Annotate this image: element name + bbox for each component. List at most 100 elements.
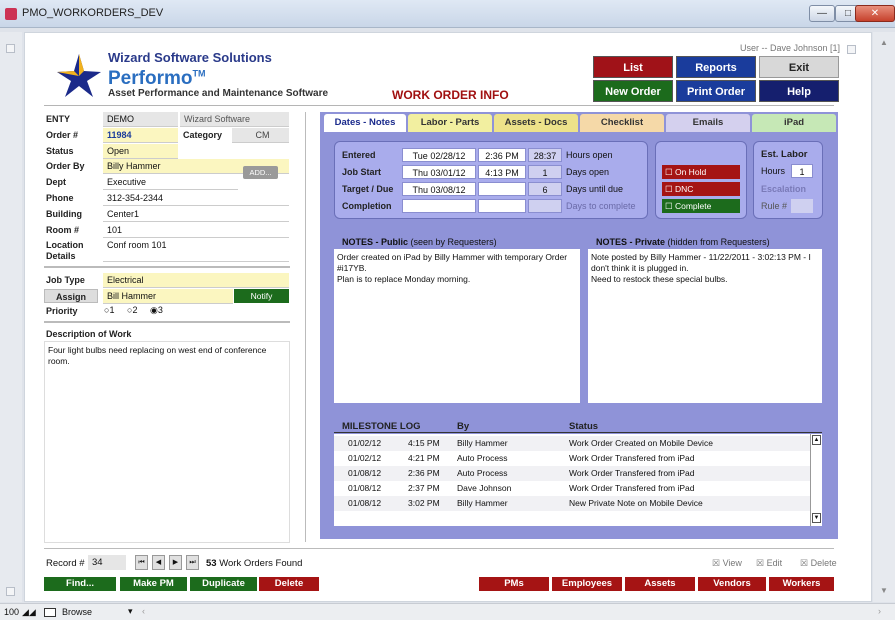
phone-field[interactable]: 312-354-2344 xyxy=(103,191,289,206)
employees-button[interactable]: Employees xyxy=(552,577,622,591)
hours-field[interactable]: 1 xyxy=(791,164,813,178)
milestone-row[interactable]: 01/02/12 4:21 PM Auto Process Work Order Tr… xyxy=(334,451,810,466)
description-textarea[interactable]: Four light bulbs need replacing on west … xyxy=(44,341,290,543)
mode-dropdown-icon[interactable]: ▾ xyxy=(128,606,133,617)
exit-button[interactable]: Exit xyxy=(759,56,839,78)
edit-checkbox[interactable]: ☒ Edit xyxy=(756,558,782,569)
vendors-button[interactable]: Vendors xyxy=(698,577,766,591)
scrollbar-vertical[interactable]: ▲ ▼ xyxy=(847,32,895,602)
tab-dates-notes[interactable]: Dates - Notes xyxy=(324,114,406,132)
notify-button[interactable]: Notify xyxy=(234,289,289,303)
reports-button[interactable]: Reports xyxy=(676,56,756,78)
escalation-label: Escalation xyxy=(761,184,807,194)
priority-radio-3[interactable]: ◉3 xyxy=(150,305,163,316)
est-labor-label: Est. Labor xyxy=(761,149,808,160)
dnc-checkbox[interactable]: ☐ DNC xyxy=(662,182,740,196)
scroll-right-icon[interactable]: › xyxy=(878,606,881,616)
duplicate-button[interactable]: Duplicate xyxy=(190,577,257,591)
priority-radio-2[interactable]: ○2 xyxy=(127,305,137,315)
on-hold-checkbox[interactable]: ☐ On Hold xyxy=(662,165,740,179)
view-checkbox[interactable]: ☒ View xyxy=(712,558,742,569)
scroll-down-icon[interactable]: ▼ xyxy=(880,586,888,595)
status-label: Status xyxy=(46,146,74,156)
tab-emails[interactable]: Emails xyxy=(666,114,750,132)
zoom-level[interactable]: 100 xyxy=(4,607,19,617)
days-open-label: Days open xyxy=(566,167,610,177)
tab-ipad[interactable]: iPad xyxy=(752,114,836,132)
close-button[interactable]: ✕ xyxy=(855,5,895,22)
dept-label: Dept xyxy=(46,177,66,187)
job-start-date-field[interactable]: Thu 03/01/12 xyxy=(402,165,476,179)
room-field[interactable]: 101 xyxy=(103,223,289,238)
scroll-down-icon[interactable]: ▼ xyxy=(812,513,821,523)
public-notes-textarea[interactable]: Order created on iPad by Billy Hammer wi… xyxy=(334,249,580,403)
entity-field[interactable]: DEMO xyxy=(103,112,178,127)
record-number-field[interactable]: 34 xyxy=(88,555,126,570)
milestone-by-header: By xyxy=(457,421,470,432)
delete-checkbox[interactable]: ☒ Delete xyxy=(800,558,837,569)
help-button[interactable]: Help xyxy=(759,80,839,102)
layout-toggle-icon[interactable] xyxy=(44,608,56,617)
tab-labor-parts[interactable]: Labor - Parts xyxy=(408,114,492,132)
private-notes-textarea[interactable]: Note posted by Billy Hammer - 11/22/2011… xyxy=(588,249,822,403)
print-order-button[interactable]: Print Order xyxy=(676,80,756,102)
zoom-icons[interactable]: ◢◢ xyxy=(22,607,36,618)
find-button[interactable]: Find... xyxy=(44,577,116,591)
location-label: Location Details xyxy=(46,240,84,261)
first-record-icon[interactable]: ⏮ xyxy=(135,555,148,570)
scroll-left-icon[interactable]: ‹ xyxy=(142,606,145,616)
job-type-field[interactable]: Electrical xyxy=(103,273,289,288)
rule-field[interactable] xyxy=(791,199,813,213)
completion-time-field[interactable] xyxy=(478,199,526,213)
assign-field[interactable]: Bill Hammer xyxy=(103,289,233,304)
divider xyxy=(44,266,290,268)
minimize-button[interactable]: — xyxy=(809,5,835,22)
list-button[interactable]: List xyxy=(593,56,673,78)
milestone-row[interactable]: 01/02/12 4:15 PM Billy Hammer Work Order Cr… xyxy=(334,436,810,451)
hours-open-value: 28:37 xyxy=(528,148,562,162)
milestone-by: Auto Process xyxy=(457,468,508,478)
milestone-row[interactable]: 01/08/12 2:36 PM Auto Process Work Order Tr… xyxy=(334,466,810,481)
add-button[interactable]: ADD... xyxy=(243,166,278,179)
order-number-field[interactable]: 11984 xyxy=(103,128,178,143)
target-date-field[interactable]: Thu 03/08/12 xyxy=(402,182,476,196)
milestone-row[interactable]: 01/08/12 3:02 PM Billy Hammer New Private N… xyxy=(334,496,810,511)
delete-button[interactable]: Delete xyxy=(259,577,319,591)
milestone-date: 01/08/12 xyxy=(348,468,382,478)
page-title: WORK ORDER INFO xyxy=(392,88,509,102)
entered-time-field[interactable]: 2:36 PM xyxy=(478,148,526,162)
job-start-time-field[interactable]: 4:13 PM xyxy=(478,165,526,179)
divider xyxy=(44,548,834,549)
next-record-icon[interactable]: ▶ xyxy=(169,555,182,570)
pms-button[interactable]: PMs xyxy=(479,577,549,591)
last-record-icon[interactable]: ⏭ xyxy=(186,555,199,570)
divider xyxy=(44,105,834,106)
target-time-field[interactable] xyxy=(478,182,526,196)
left-margin xyxy=(0,32,22,602)
milestone-status: Work Order Transfered from iPad xyxy=(569,483,695,493)
brand-subtitle: Asset Performance and Maintenance Softwa… xyxy=(108,88,329,99)
priority-radio-1[interactable]: ○1 xyxy=(104,305,114,315)
scroll-up-icon[interactable]: ▲ xyxy=(880,38,888,47)
category-field[interactable]: CM xyxy=(232,128,289,143)
dept-field[interactable]: Executive xyxy=(103,175,238,190)
workers-button[interactable]: Workers xyxy=(769,577,834,591)
completion-date-field[interactable] xyxy=(402,199,476,213)
assets-button[interactable]: Assets xyxy=(625,577,695,591)
milestone-row[interactable]: 01/08/12 2:37 PM Dave Johnson Work Order Tr… xyxy=(334,481,810,496)
scroll-up-icon[interactable]: ▲ xyxy=(812,435,821,445)
complete-checkbox[interactable]: ☐ Complete xyxy=(662,199,740,213)
make-pm-button[interactable]: Make PM xyxy=(120,577,187,591)
prev-record-icon[interactable]: ◀ xyxy=(152,555,165,570)
status-field[interactable]: Open xyxy=(103,144,178,159)
window-title: PMO_WORKORDERS_DEV xyxy=(22,7,164,19)
milestone-scrollbar[interactable]: ▲ ▼ xyxy=(810,434,822,526)
assign-button[interactable]: Assign xyxy=(44,289,98,303)
tab-checklist[interactable]: Checklist xyxy=(580,114,664,132)
entered-date-field[interactable]: Tue 02/28/12 xyxy=(402,148,476,162)
title-bar: PMO_WORKORDERS_DEV — □ ✕ xyxy=(0,0,895,28)
building-field[interactable]: Center1 xyxy=(103,207,289,222)
new-order-button[interactable]: New Order xyxy=(593,80,673,102)
location-field[interactable]: Conf room 101 xyxy=(103,238,289,262)
tab-assets-docs[interactable]: Assets - Docs xyxy=(494,114,578,132)
